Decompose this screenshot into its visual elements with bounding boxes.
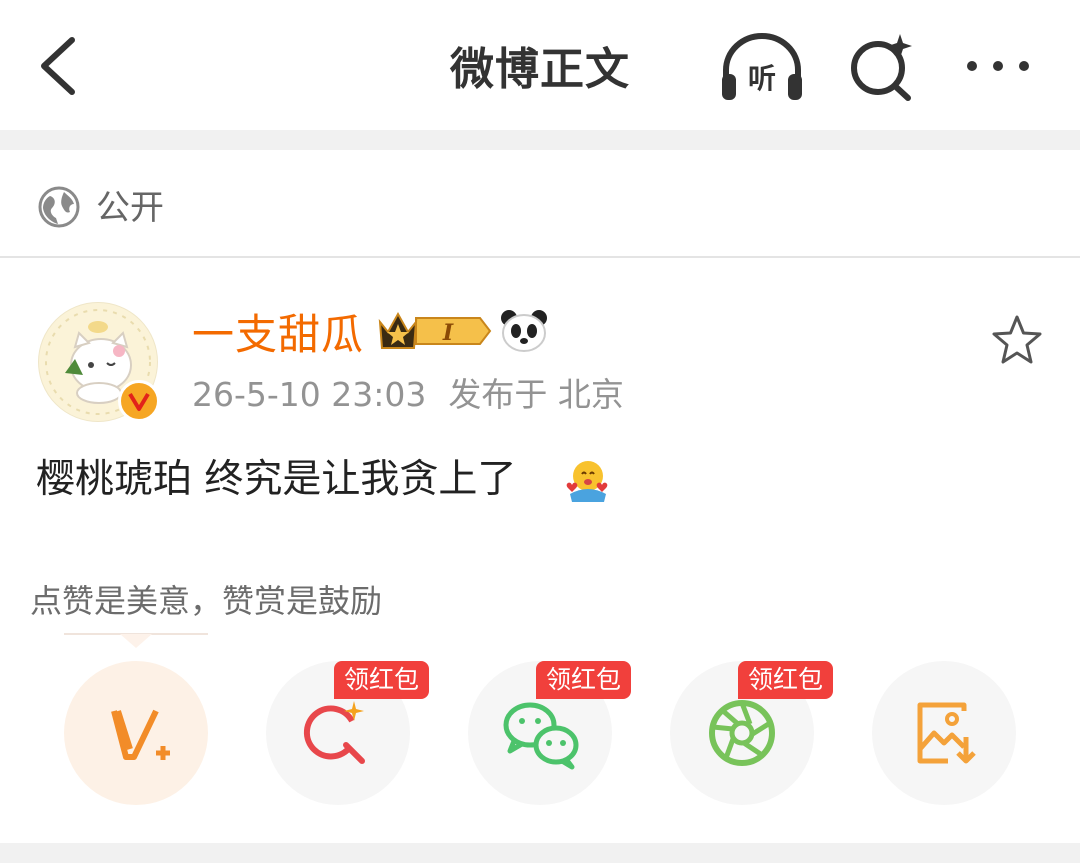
red-packet-tag: 领红包 xyxy=(738,661,834,699)
reward-hint: 点赞是美意，赞赏是鼓励 xyxy=(30,582,383,620)
save-image-icon xyxy=(917,702,976,764)
member-crown-badge-icon[interactable]: I xyxy=(376,308,492,354)
favorite-star-icon[interactable] xyxy=(990,314,1044,366)
headphones-icon[interactable]: 听 xyxy=(716,30,808,106)
divider xyxy=(0,256,1080,258)
section-divider xyxy=(0,130,1080,150)
red-packet-tag: 领红包 xyxy=(536,661,632,699)
save-image-button[interactable] xyxy=(872,661,1016,805)
ai-search-icon[interactable] xyxy=(846,30,918,102)
location: 发布于 北京 xyxy=(448,375,624,414)
visibility-label: 公开 xyxy=(96,188,164,228)
globe-icon xyxy=(38,186,80,228)
page-title: 微博正文 xyxy=(450,44,630,95)
listen-label: 听 xyxy=(748,62,776,95)
level-badge-text: I xyxy=(442,320,454,346)
panda-badge-icon[interactable] xyxy=(500,308,548,354)
hint-pointer xyxy=(120,634,152,648)
verified-badge-icon xyxy=(118,380,160,422)
red-packet-tag: 领红包 xyxy=(334,661,430,699)
v-plus-icon xyxy=(111,709,170,760)
username[interactable]: 一支甜瓜 xyxy=(192,306,364,364)
post-content: 樱桃琥珀 终究是让我贪上了 xyxy=(36,457,517,502)
back-arrow-icon[interactable] xyxy=(30,30,90,102)
post-meta: 26-5-10 23:03 发布于 北京 xyxy=(192,372,624,418)
hug-emoji-icon xyxy=(562,458,610,504)
more-dots-icon[interactable] xyxy=(962,48,1038,84)
bottom-divider xyxy=(0,843,1080,863)
v-plus-button[interactable] xyxy=(64,661,208,805)
timestamp: 26-5-10 23:03 xyxy=(192,375,427,414)
